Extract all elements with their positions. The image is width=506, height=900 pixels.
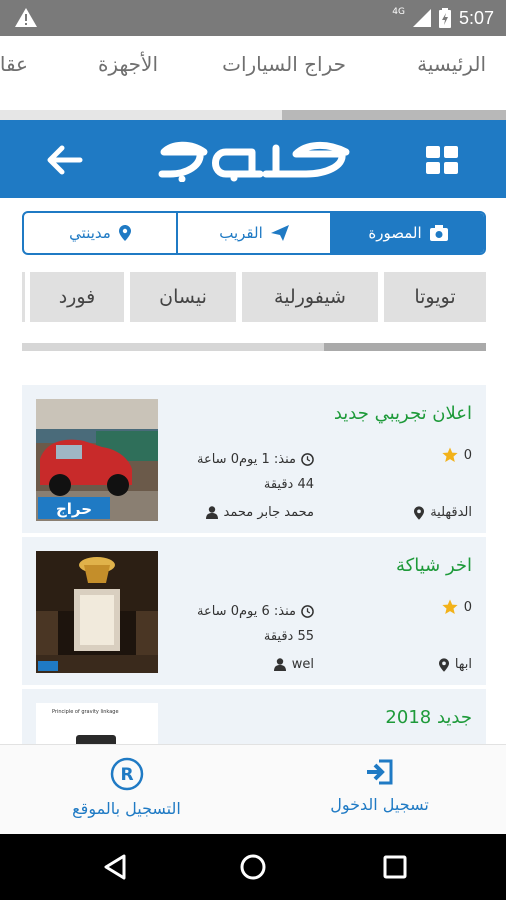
chip-label: نيسان bbox=[159, 286, 207, 308]
listing-card[interactable]: Principle of gravity linkage جديد 2018 bbox=[22, 689, 486, 749]
location-pin-icon bbox=[118, 225, 131, 241]
status-bar: 4G 5:07 bbox=[0, 0, 506, 36]
listing-thumbnail[interactable]: Principle of gravity linkage bbox=[36, 703, 158, 749]
user-icon bbox=[205, 506, 218, 519]
filter-tabs: مدينتي القريب المصورة bbox=[22, 211, 486, 255]
tab-my-city-label: مدينتي bbox=[69, 224, 111, 242]
chip-label: تويوتا bbox=[414, 286, 456, 308]
city-name: ابها bbox=[454, 657, 472, 672]
listing-city: ابها bbox=[438, 657, 472, 672]
location-pin-icon bbox=[438, 657, 449, 672]
listing-posted-time: منذ: 1 يوم0 ساعة 44 دقيقة bbox=[174, 447, 314, 497]
nav-item-home[interactable]: الرئيسية bbox=[417, 52, 486, 76]
nav-scroll-indicator bbox=[0, 110, 506, 120]
user-icon bbox=[273, 658, 286, 671]
clock-icon bbox=[301, 605, 314, 618]
chip-label: فورد bbox=[58, 286, 96, 308]
nav-item-realestate[interactable]: عقا bbox=[0, 52, 28, 76]
listing-thumbnail[interactable] bbox=[36, 551, 158, 673]
thumbnail-caption: Principle of gravity linkage bbox=[52, 709, 119, 715]
chip-nissan[interactable]: نيسان bbox=[130, 272, 236, 322]
listing-card[interactable]: اخر شياكة 0 منذ: 6 يوم0 ساعة 55 دقيقة اب… bbox=[22, 537, 486, 685]
listing-card[interactable]: حراج اعلان تجريبي جديد 0 منذ: 1 يوم0 ساع… bbox=[22, 385, 486, 533]
svg-text:R: R bbox=[120, 765, 133, 785]
tab-my-city[interactable]: مدينتي bbox=[24, 213, 176, 253]
chips-scroll-indicator bbox=[22, 343, 486, 351]
listing-title[interactable]: اخر شياكة bbox=[396, 555, 472, 576]
rating-value: 0 bbox=[463, 447, 472, 463]
bottom-tab-bar: R التسجيل بالموقع تسجيل الدخول bbox=[0, 744, 506, 834]
home-circle-icon[interactable] bbox=[238, 852, 268, 882]
listing-rating: 0 bbox=[442, 447, 472, 463]
network-type-label: 4G bbox=[392, 7, 405, 17]
listing-user: wel bbox=[273, 657, 314, 672]
chip-chevrolet[interactable]: شيفورلية bbox=[242, 272, 378, 322]
city-name: الدقهلية bbox=[430, 505, 472, 520]
registered-icon: R bbox=[110, 757, 143, 791]
signal-icon bbox=[412, 9, 431, 27]
star-icon bbox=[442, 599, 458, 614]
tab-with-photos-label: المصورة bbox=[368, 224, 422, 242]
back-arrow-icon[interactable] bbox=[44, 142, 84, 178]
tab-with-photos[interactable]: المصورة bbox=[330, 213, 484, 253]
user-name: محمد جابر محمد bbox=[223, 505, 314, 520]
chip-ford[interactable]: فورد bbox=[30, 272, 124, 322]
login-label: تسجيل الدخول bbox=[330, 795, 429, 814]
back-triangle-icon[interactable] bbox=[100, 852, 130, 882]
top-category-nav: الرئيسية حراج السيارات الأجهزة عقا bbox=[0, 36, 506, 112]
camera-icon bbox=[429, 225, 448, 241]
listing-posted-time: منذ: 6 يوم0 ساعة 55 دقيقة bbox=[174, 599, 314, 649]
chip-label: شيفورلية bbox=[274, 286, 346, 308]
clock: 5:07 bbox=[458, 7, 494, 28]
listing-rating: 0 bbox=[442, 599, 472, 615]
posted-time-line1: منذ: 1 يوم0 ساعة bbox=[196, 452, 296, 467]
tab-nearby-label: القريب bbox=[219, 224, 263, 242]
sign-in-icon bbox=[366, 759, 392, 785]
grid-menu-icon[interactable] bbox=[426, 146, 460, 176]
listing-thumbnail[interactable]: حراج bbox=[36, 399, 158, 521]
android-nav-bar bbox=[0, 834, 506, 900]
rating-value: 0 bbox=[463, 599, 472, 615]
nav-item-cars[interactable]: حراج السيارات bbox=[222, 52, 346, 76]
posted-time-line2: 44 دقيقة bbox=[263, 477, 314, 492]
chip-edge bbox=[22, 272, 25, 322]
listing-title[interactable]: جديد 2018 bbox=[385, 707, 472, 728]
login-button[interactable]: تسجيل الدخول bbox=[253, 757, 506, 827]
app-header bbox=[0, 120, 506, 198]
clock-icon bbox=[301, 453, 314, 466]
register-button[interactable]: R التسجيل بالموقع bbox=[0, 757, 253, 827]
recents-square-icon[interactable] bbox=[380, 852, 410, 882]
thumbnail-logo-label: حراج bbox=[56, 500, 92, 518]
listing-user: محمد جابر محمد bbox=[205, 505, 314, 520]
posted-time-line1: منذ: 6 يوم0 ساعة bbox=[196, 604, 296, 619]
user-name: wel bbox=[291, 657, 314, 672]
star-icon bbox=[442, 447, 458, 462]
listing-title[interactable]: اعلان تجريبي جديد bbox=[334, 403, 472, 424]
chip-toyota[interactable]: تويوتا bbox=[384, 272, 486, 322]
battery-icon bbox=[438, 8, 451, 28]
tab-nearby[interactable]: القريب bbox=[176, 213, 330, 253]
register-label: التسجيل بالموقع bbox=[72, 799, 181, 818]
haraj-logo bbox=[158, 141, 350, 182]
nav-item-devices[interactable]: الأجهزة bbox=[98, 52, 158, 76]
warning-icon bbox=[15, 8, 37, 27]
listing-city: الدقهلية bbox=[414, 505, 472, 520]
brand-chips: تويوتا شيفورلية نيسان فورد bbox=[0, 272, 506, 324]
location-pin-icon bbox=[414, 505, 425, 520]
posted-time-line2: 55 دقيقة bbox=[263, 629, 314, 644]
send-icon bbox=[270, 225, 289, 241]
